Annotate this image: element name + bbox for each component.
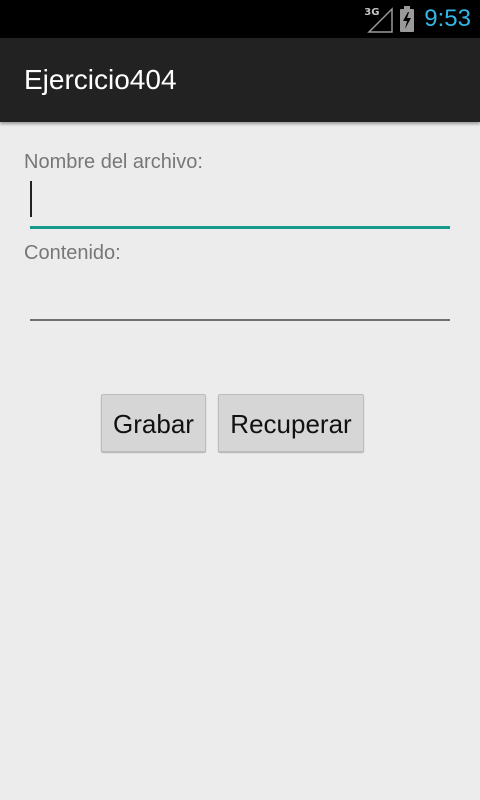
recuperar-button[interactable]: Recuperar: [218, 394, 364, 452]
action-bar: Ejercicio404: [0, 38, 480, 122]
clock: 9:53: [424, 5, 471, 32]
signal-3g-icon: 3G: [364, 4, 394, 34]
nombre-input[interactable]: [30, 180, 450, 229]
grabar-button[interactable]: Grabar: [101, 394, 206, 452]
contenido-input[interactable]: [30, 273, 450, 321]
nombre-label: Nombre del archivo:: [24, 151, 203, 173]
contenido-label: Contenido:: [24, 242, 121, 264]
status-icons: 3G 9:53: [364, 0, 480, 38]
status-bar: 3G 9:53: [0, 0, 480, 38]
app-title: Ejercicio404: [24, 64, 177, 95]
battery-charging-icon: [400, 6, 415, 32]
text-cursor: [30, 181, 32, 217]
